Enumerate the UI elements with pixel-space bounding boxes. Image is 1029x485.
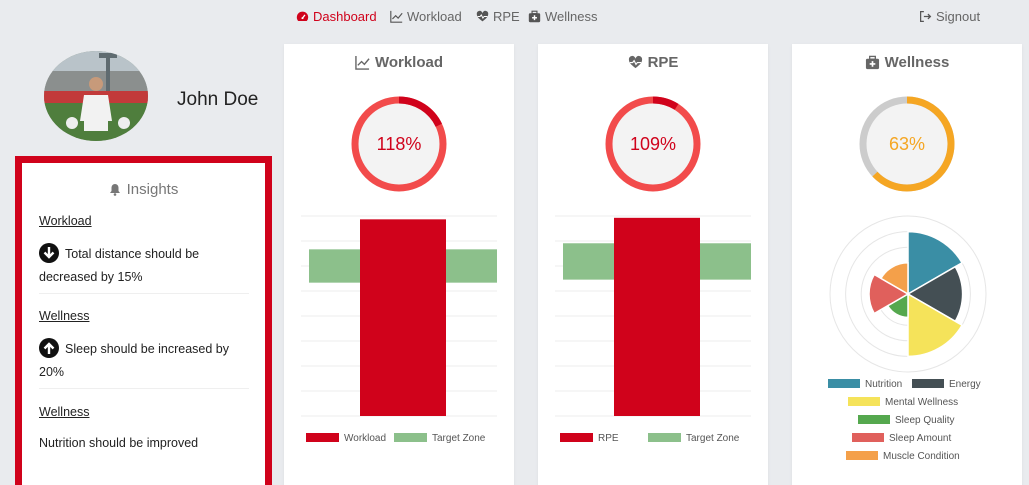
legend-label: Sleep Amount [889,433,951,444]
bar [360,219,446,416]
avatar-photo [44,51,148,141]
nav-dashboard-label: Dashboard [313,9,377,24]
insight-text-value: Total distance should be decreased by 15… [39,247,200,284]
legend-label: Target Zone [432,433,486,444]
nav-rpe-label: RPE [493,9,520,24]
medkit-icon [528,10,541,23]
workload-bar-chart: Workload Target Zone [301,215,497,444]
legend-label: Sleep Quality [895,415,954,426]
insight-text: Sleep should be increased by 20% [39,338,249,384]
sign-out-icon [920,11,932,22]
top-navigation: Dashboard Workload RPE Wellness Signout [0,0,1029,34]
workload-card: Workload 118% Workload Target Zone [284,44,514,485]
insight-text: Total distance should be decreased by 15… [39,243,249,289]
legend-label: Target Zone [686,433,740,444]
nav-signout-label: Signout [936,9,981,24]
profile-name: John Doe [177,89,259,110]
legend-swatch [306,433,339,442]
legend-label: Workload [344,433,386,444]
insight-heading: Workload [39,214,92,228]
legend-swatch [648,433,681,442]
divider [39,388,249,389]
dashboard-icon [296,11,309,22]
nav-signout[interactable]: Signout [919,9,980,24]
nav-rpe[interactable]: RPE [476,9,520,24]
legend-label: Nutrition [865,379,902,390]
legend-swatch [394,433,427,442]
divider [39,293,249,294]
wellness-polar-chart: Nutrition Energy Mental Wellness Sleep Qual… [828,215,987,462]
wellness-card: Wellness 63% Nutrition Energy Mental Welln… [792,44,1022,485]
arrow-down-circle-icon [39,243,59,263]
arrow-up-circle-icon [39,338,59,358]
line-chart-icon [390,10,403,23]
nav-wellness[interactable]: Wellness [528,9,598,24]
insight-heading: Wellness [39,309,90,323]
legend-swatch [846,451,878,460]
legend-swatch [852,433,884,442]
insight-text: Nutrition should be improved [39,436,199,450]
legend-swatch [560,433,593,442]
legend-label: Energy [949,379,981,390]
legend-swatch [912,379,944,388]
nav-workload-label: Workload [407,9,462,24]
legend-swatch [828,379,860,388]
legend-swatch [848,397,880,406]
bell-icon [109,184,120,196]
legend-label: RPE [598,433,619,444]
bar [614,217,700,416]
heartbeat-icon [476,10,489,22]
insights-title-label: Insights [126,181,179,198]
avatar [44,51,148,141]
nav-workload[interactable]: Workload [390,9,462,24]
rpe-bar-chart: RPE Target Zone [555,215,751,444]
rpe-card: RPE 109% RPE Target Zone [538,44,768,485]
nav-wellness-label: Wellness [545,9,598,24]
insights-title: Insights [22,181,265,198]
legend-label: Mental Wellness [885,397,958,408]
insight-text-value: Sleep should be increased by 20% [39,342,230,379]
legend-swatch [858,415,890,424]
legend-label: Muscle Condition [883,451,960,462]
nav-dashboard[interactable]: Dashboard [296,9,377,24]
insights-panel: Insights Workload Total distance should … [15,156,272,485]
insight-heading: Wellness [39,405,90,419]
